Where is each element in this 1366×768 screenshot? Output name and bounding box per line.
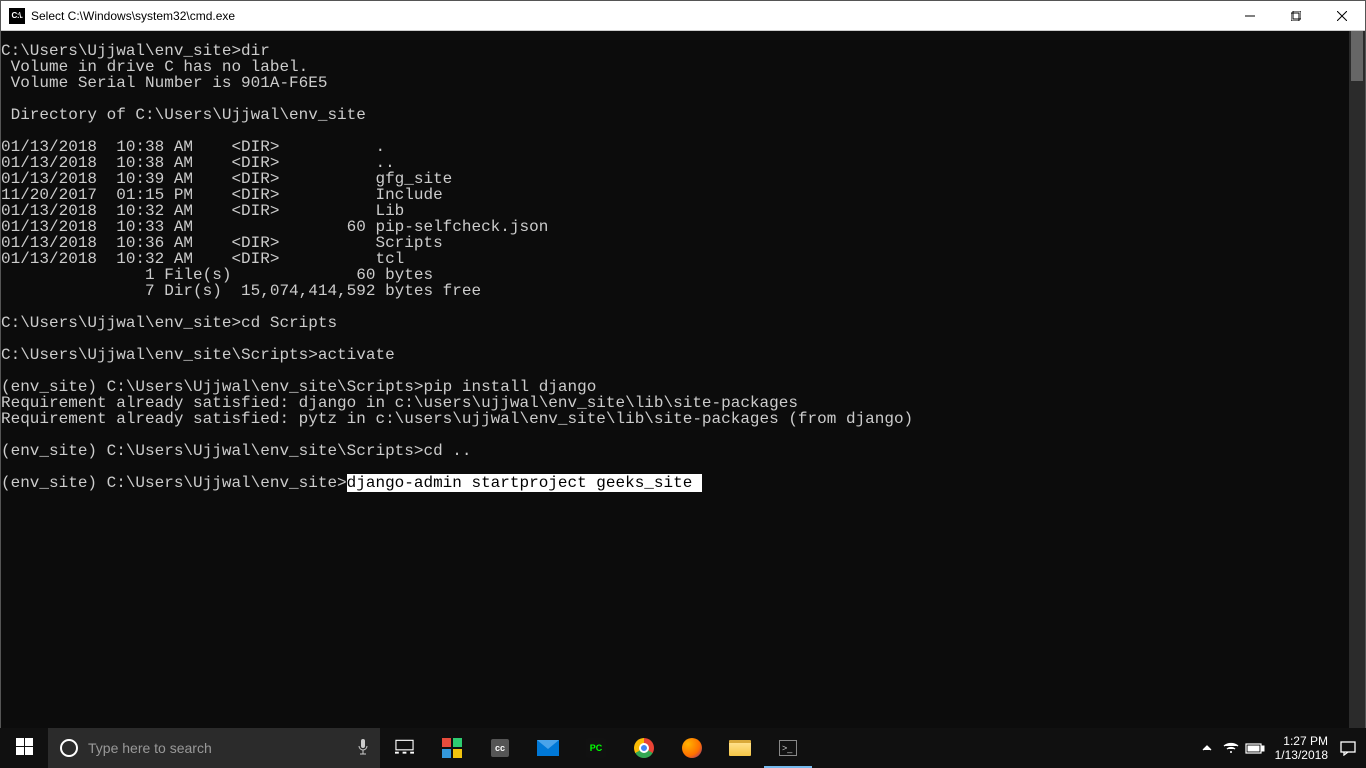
- mail-icon: [537, 740, 559, 756]
- explorer-icon: [729, 740, 751, 756]
- mic-icon[interactable]: [356, 738, 370, 759]
- search-box[interactable]: Type here to search: [48, 728, 380, 768]
- close-button[interactable]: [1319, 1, 1365, 31]
- cmd-window: C:\. Select C:\Windows\system32\cmd.exe …: [0, 0, 1366, 728]
- tray-chevron-icon[interactable]: [1195, 742, 1219, 754]
- cmd-app-icon: C:\.: [9, 8, 25, 24]
- windows-icon: [16, 738, 33, 758]
- taskbar-app-explorer[interactable]: [716, 728, 764, 768]
- terminal-output[interactable]: C:\Users\Ujjwal\env_site>dir Volume in d…: [1, 31, 1349, 729]
- task-view-button[interactable]: [380, 728, 428, 768]
- taskbar-app-tiles[interactable]: [428, 728, 476, 768]
- taskbar-app-firefox[interactable]: [668, 728, 716, 768]
- taskbar-app-cmd[interactable]: >_: [764, 728, 812, 768]
- taskbar-app-store[interactable]: cc: [476, 728, 524, 768]
- cmd-icon: >_: [779, 740, 797, 756]
- firefox-icon: [682, 738, 702, 758]
- window-title: Select C:\Windows\system32\cmd.exe: [31, 9, 235, 23]
- store-icon: cc: [491, 739, 509, 757]
- titlebar[interactable]: C:\. Select C:\Windows\system32\cmd.exe: [1, 1, 1365, 31]
- taskbar-tray: 1:27 PM 1/13/2018: [1195, 728, 1366, 768]
- pycharm-icon: PC: [586, 738, 606, 758]
- taskview-icon: [395, 739, 414, 757]
- search-placeholder: Type here to search: [88, 740, 346, 756]
- terminal-scrollbar[interactable]: [1349, 31, 1365, 729]
- taskbar: Type here to search cc PC >_ 1:27 PM 1/1…: [0, 728, 1366, 768]
- taskbar-app-chrome[interactable]: [620, 728, 668, 768]
- tiles-icon: [442, 738, 462, 758]
- cortana-icon: [60, 739, 78, 757]
- clock-date: 1/13/2018: [1275, 748, 1328, 762]
- scrollbar-thumb[interactable]: [1351, 31, 1363, 81]
- tray-wifi-icon[interactable]: [1219, 742, 1243, 754]
- start-button[interactable]: [0, 728, 48, 768]
- minimize-button[interactable]: [1227, 1, 1273, 31]
- terminal-area: C:\Users\Ujjwal\env_site>dir Volume in d…: [1, 31, 1365, 729]
- taskbar-clock[interactable]: 1:27 PM 1/13/2018: [1267, 734, 1336, 762]
- tray-battery-icon[interactable]: [1243, 743, 1267, 754]
- taskbar-app-pycharm[interactable]: PC: [572, 728, 620, 768]
- clock-time: 1:27 PM: [1275, 734, 1328, 748]
- terminal-selection[interactable]: django-admin startproject geeks_site: [347, 474, 702, 492]
- action-center-button[interactable]: [1336, 740, 1360, 756]
- chrome-icon: [634, 738, 654, 758]
- maximize-button[interactable]: [1273, 1, 1319, 31]
- taskbar-app-mail[interactable]: [524, 728, 572, 768]
